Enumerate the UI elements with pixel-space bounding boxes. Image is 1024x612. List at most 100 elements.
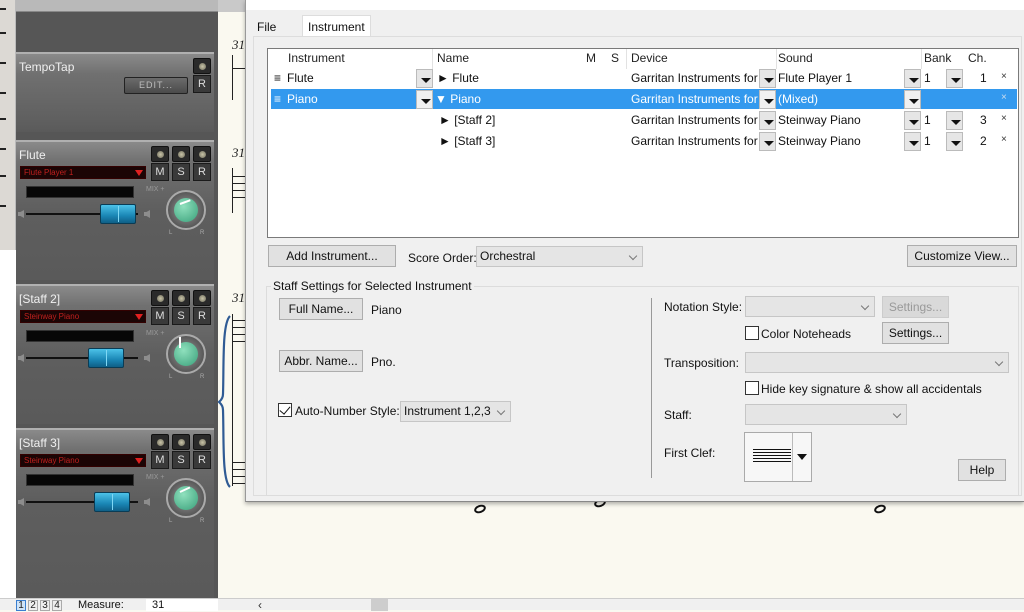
col-header-ch[interactable]: Ch.	[968, 51, 987, 65]
record-button[interactable]: R	[193, 451, 211, 469]
horizontal-scrollbar-thumb[interactable]	[371, 599, 388, 611]
tool-icon[interactable]	[0, 62, 6, 64]
bank-dropdown-button[interactable]	[946, 111, 963, 130]
remove-icon[interactable]: ×	[1001, 92, 1007, 103]
name-cell[interactable]: ▼ Piano	[435, 92, 481, 106]
record-button[interactable]: R	[193, 163, 211, 181]
page-tab-4[interactable]: 4	[52, 600, 62, 611]
color-noteheads-checkbox[interactable]	[745, 326, 759, 340]
device-dropdown-button[interactable]	[759, 132, 776, 151]
mixer-strip-staff-3: [Staff 3] Steinway Piano M S R MIX + L R	[16, 428, 214, 598]
instrument-row-selected[interactable]: ≡ Piano ▼ Piano Garritan Instruments for…	[271, 89, 1017, 109]
sound-dropdown-button[interactable]	[904, 111, 921, 130]
channel-cell[interactable]: 3	[980, 113, 987, 127]
measure-input[interactable]: 31	[146, 599, 218, 611]
dialog-titlebar[interactable]	[246, 0, 1024, 10]
transposition-select[interactable]	[745, 352, 1009, 373]
sound-dropdown-button[interactable]	[904, 69, 921, 88]
remove-icon[interactable]: ×	[1001, 113, 1007, 124]
tool-icon[interactable]	[0, 148, 6, 150]
chevron-down-icon	[994, 357, 1004, 367]
pan-knob[interactable]	[166, 334, 206, 374]
mute-button[interactable]: M	[151, 307, 169, 325]
col-header-name[interactable]: Name	[437, 51, 469, 65]
col-header-s[interactable]: S	[611, 51, 619, 65]
tool-icon[interactable]	[0, 92, 6, 94]
instrument-row[interactable]: ► [Staff 2] Garritan Instruments for ...…	[271, 110, 1017, 130]
record-button[interactable]: R	[193, 307, 211, 325]
channel-cell[interactable]: 2	[980, 134, 987, 148]
sound-select[interactable]: Steinway Piano	[20, 454, 146, 467]
column-divider[interactable]	[432, 49, 433, 69]
tool-icon[interactable]	[0, 175, 6, 177]
edit-button[interactable]: EDIT...	[124, 77, 188, 94]
pan-knob[interactable]	[166, 190, 206, 230]
volume-fader[interactable]	[94, 492, 130, 512]
tool-icon[interactable]	[0, 118, 6, 120]
help-button[interactable]: Help	[958, 459, 1006, 481]
instrument-dropdown-button[interactable]	[416, 90, 433, 109]
instrument-dropdown-button[interactable]	[416, 69, 433, 88]
auto-number-select[interactable]: Instrument 1,2,3	[400, 401, 511, 422]
tool-icon[interactable]	[0, 32, 6, 34]
page-tab-3[interactable]: 3	[40, 600, 50, 611]
mute-button[interactable]: M	[151, 163, 169, 181]
tool-icon[interactable]	[0, 8, 6, 10]
notation-settings-button[interactable]: Settings...	[882, 296, 949, 318]
bank-dropdown-button[interactable]	[946, 132, 963, 151]
device-dropdown-button[interactable]	[759, 90, 776, 109]
sound-select[interactable]: Steinway Piano	[20, 310, 146, 323]
tool-icon[interactable]	[0, 205, 6, 207]
volume-fader[interactable]	[88, 348, 124, 368]
instrument-row[interactable]: ≡ Flute ► Flute Garritan Instruments for…	[271, 68, 1017, 88]
col-header-device[interactable]: Device	[631, 51, 668, 65]
instrument-row[interactable]: ► [Staff 3] Garritan Instruments for ...…	[271, 131, 1017, 151]
record-led-button[interactable]	[193, 58, 211, 74]
abbr-name-button[interactable]: Abbr. Name...	[279, 350, 363, 372]
sound-dropdown-button[interactable]	[904, 90, 921, 109]
hide-key-signature-checkbox[interactable]	[745, 381, 759, 395]
bank-dropdown-button[interactable]	[946, 69, 963, 88]
full-name-button[interactable]: Full Name...	[279, 298, 363, 320]
tab-file-info[interactable]: File Info	[252, 18, 282, 48]
customize-view-button[interactable]: Customize View...	[907, 245, 1017, 267]
dropdown-arrow-icon[interactable]	[797, 454, 807, 460]
column-divider[interactable]	[921, 49, 922, 69]
sound-select[interactable]: Flute Player 1	[20, 166, 146, 179]
staff-select[interactable]	[745, 404, 907, 425]
col-header-bank[interactable]: Bank	[924, 51, 951, 65]
name-cell[interactable]: ► [Staff 2]	[439, 113, 495, 127]
score-order-select[interactable]: Orchestral	[476, 246, 643, 267]
drag-handle-icon[interactable]: ≡	[274, 71, 281, 85]
channel-cell[interactable]: 1	[980, 71, 987, 85]
page-tab-1[interactable]: 1	[16, 600, 26, 611]
device-dropdown-button[interactable]	[759, 69, 776, 88]
mute-button[interactable]: M	[151, 451, 169, 469]
color-noteheads-settings-button[interactable]: Settings...	[882, 322, 949, 344]
solo-button[interactable]: S	[172, 451, 190, 469]
name-cell[interactable]: ► [Staff 3]	[439, 134, 495, 148]
score-order-label: Score Order:	[408, 251, 477, 265]
pan-knob[interactable]	[166, 478, 206, 518]
col-header-m[interactable]: M	[586, 51, 596, 65]
sound-dropdown-button[interactable]	[904, 132, 921, 151]
auto-number-checkbox[interactable]	[278, 403, 292, 417]
tab-instrument-list[interactable]: Instrument List	[302, 15, 371, 48]
column-divider[interactable]	[626, 49, 627, 69]
first-clef-picker[interactable]	[744, 432, 812, 482]
solo-button[interactable]: S	[172, 163, 190, 181]
name-cell[interactable]: ► Flute	[437, 71, 479, 85]
add-instrument-button[interactable]: Add Instrument...	[268, 245, 396, 267]
remove-icon[interactable]: ×	[1001, 134, 1007, 145]
solo-button[interactable]: S	[172, 307, 190, 325]
col-header-instrument[interactable]: Instrument	[288, 51, 345, 65]
record-button[interactable]: R	[193, 75, 211, 93]
col-header-sound[interactable]: Sound	[778, 51, 813, 65]
device-dropdown-button[interactable]	[759, 111, 776, 130]
page-tab-2[interactable]: 2	[28, 600, 38, 611]
notation-style-select[interactable]	[745, 296, 875, 317]
drag-handle-icon[interactable]: ≡	[274, 92, 281, 106]
remove-icon[interactable]: ×	[1001, 71, 1007, 82]
volume-fader[interactable]	[100, 204, 136, 224]
column-divider[interactable]	[776, 49, 777, 69]
